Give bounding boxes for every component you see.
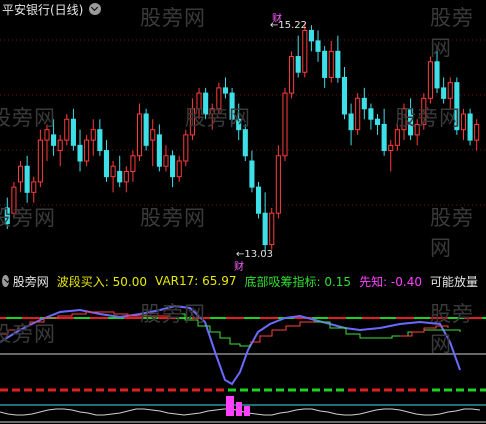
candle-body [460,113,467,131]
candle-body [103,150,110,178]
candle-body [130,155,136,172]
candle-body [170,155,176,178]
candle-body [143,113,149,146]
candle-body [401,108,407,131]
candle-body [57,139,63,152]
candle-body [348,113,354,131]
candle-body [308,29,314,42]
indicator-chart [0,304,486,423]
candle-body [289,56,295,94]
candle-body [388,144,394,152]
candle-body [203,92,209,115]
candle-body [441,87,447,99]
candle-body [434,61,440,89]
candlestick-chart [0,23,486,252]
candle-body [176,160,182,178]
candle-body [37,139,43,183]
candle-body [90,129,96,141]
candle-body [335,50,341,78]
candle-body [427,61,433,99]
candle-body [474,123,480,141]
candle-body [414,123,420,136]
candle-body [189,108,195,136]
candle-body [229,92,235,120]
candle-body [381,123,387,152]
candle-body [322,50,328,78]
candle-body [341,76,348,115]
candle-body [236,118,242,131]
candle-body [255,186,262,214]
candle-body [150,129,156,141]
candle-body [70,118,76,146]
indicator-panel[interactable]: 股旁网 波段买入: 50.00 VAR17: 65.97 底部吸筹指标: 0.1… [0,272,486,424]
var17-value: VAR17: 65.97 [155,274,237,288]
stock-title: 平安银行(日线) [2,2,84,17]
candle-body [282,92,288,157]
magenta-bar [236,402,242,416]
candle-body [262,212,268,246]
candle-body [17,165,24,183]
candle-body [123,170,129,183]
candle-body [315,40,321,52]
candle-body [196,92,202,110]
candle-body [374,118,381,125]
indicator-header: 股旁网 波段买入: 50.00 VAR17: 65.97 底部吸筹指标: 0.1… [0,272,486,290]
candle-body [242,129,248,157]
candle-body [355,97,361,131]
candle-body [295,56,301,73]
candle-body [136,113,143,157]
candle-body [84,139,90,162]
candle-body [51,134,57,146]
candle-body [4,207,10,225]
candle-body [110,165,116,178]
candle-body [447,82,453,99]
candle-body [183,134,189,162]
candle-body [97,129,103,152]
candle-body [361,97,367,110]
fortune-marker-bottom: 财 [234,262,244,273]
candle-body [421,97,427,125]
foresee-value: 先知: -0.40 [359,274,422,289]
candle-body [156,134,162,167]
red-staircase [400,325,449,337]
possible-volume-label: 可能放量 [429,274,478,289]
candle-body [31,181,37,193]
candle-body [328,50,334,78]
candle-body [302,29,308,73]
candle-body [394,129,400,146]
candle-body [368,108,374,120]
high-price-label: ←15.22 [270,20,308,31]
wave-buy-value: 波段买入: 50.00 [56,274,148,289]
bottom-absorb-value: 底部吸筹指标: 0.15 [244,274,352,289]
candle-body [454,82,460,131]
candle-body [117,170,123,183]
candle-body [216,87,222,110]
candle-body [44,129,50,141]
candle-body [269,212,275,246]
chevron-down-icon[interactable] [2,275,9,287]
candle-body [24,165,30,193]
main-chart-panel[interactable]: 平安银行(日线) 股旁网 股旁网 股旁网 股旁网 股旁网 股旁网 股旁网 股旁网… [0,0,486,273]
candle-body [11,186,17,214]
indicator-name: 股旁网 [12,274,49,289]
magenta-bar [226,396,234,416]
candle-body [275,155,281,214]
candle-body [77,144,83,162]
magenta-bar [244,406,250,416]
candle-body [467,113,473,141]
candle-body [64,118,70,141]
chart-header: 平安银行(日线) [0,0,102,18]
candle-body [209,108,215,115]
red-staircase [0,311,171,335]
candle-body [163,155,169,167]
chevron-down-icon[interactable] [89,3,102,15]
candle-body [249,160,255,188]
candle-body [222,87,229,94]
candle-body [408,108,414,136]
